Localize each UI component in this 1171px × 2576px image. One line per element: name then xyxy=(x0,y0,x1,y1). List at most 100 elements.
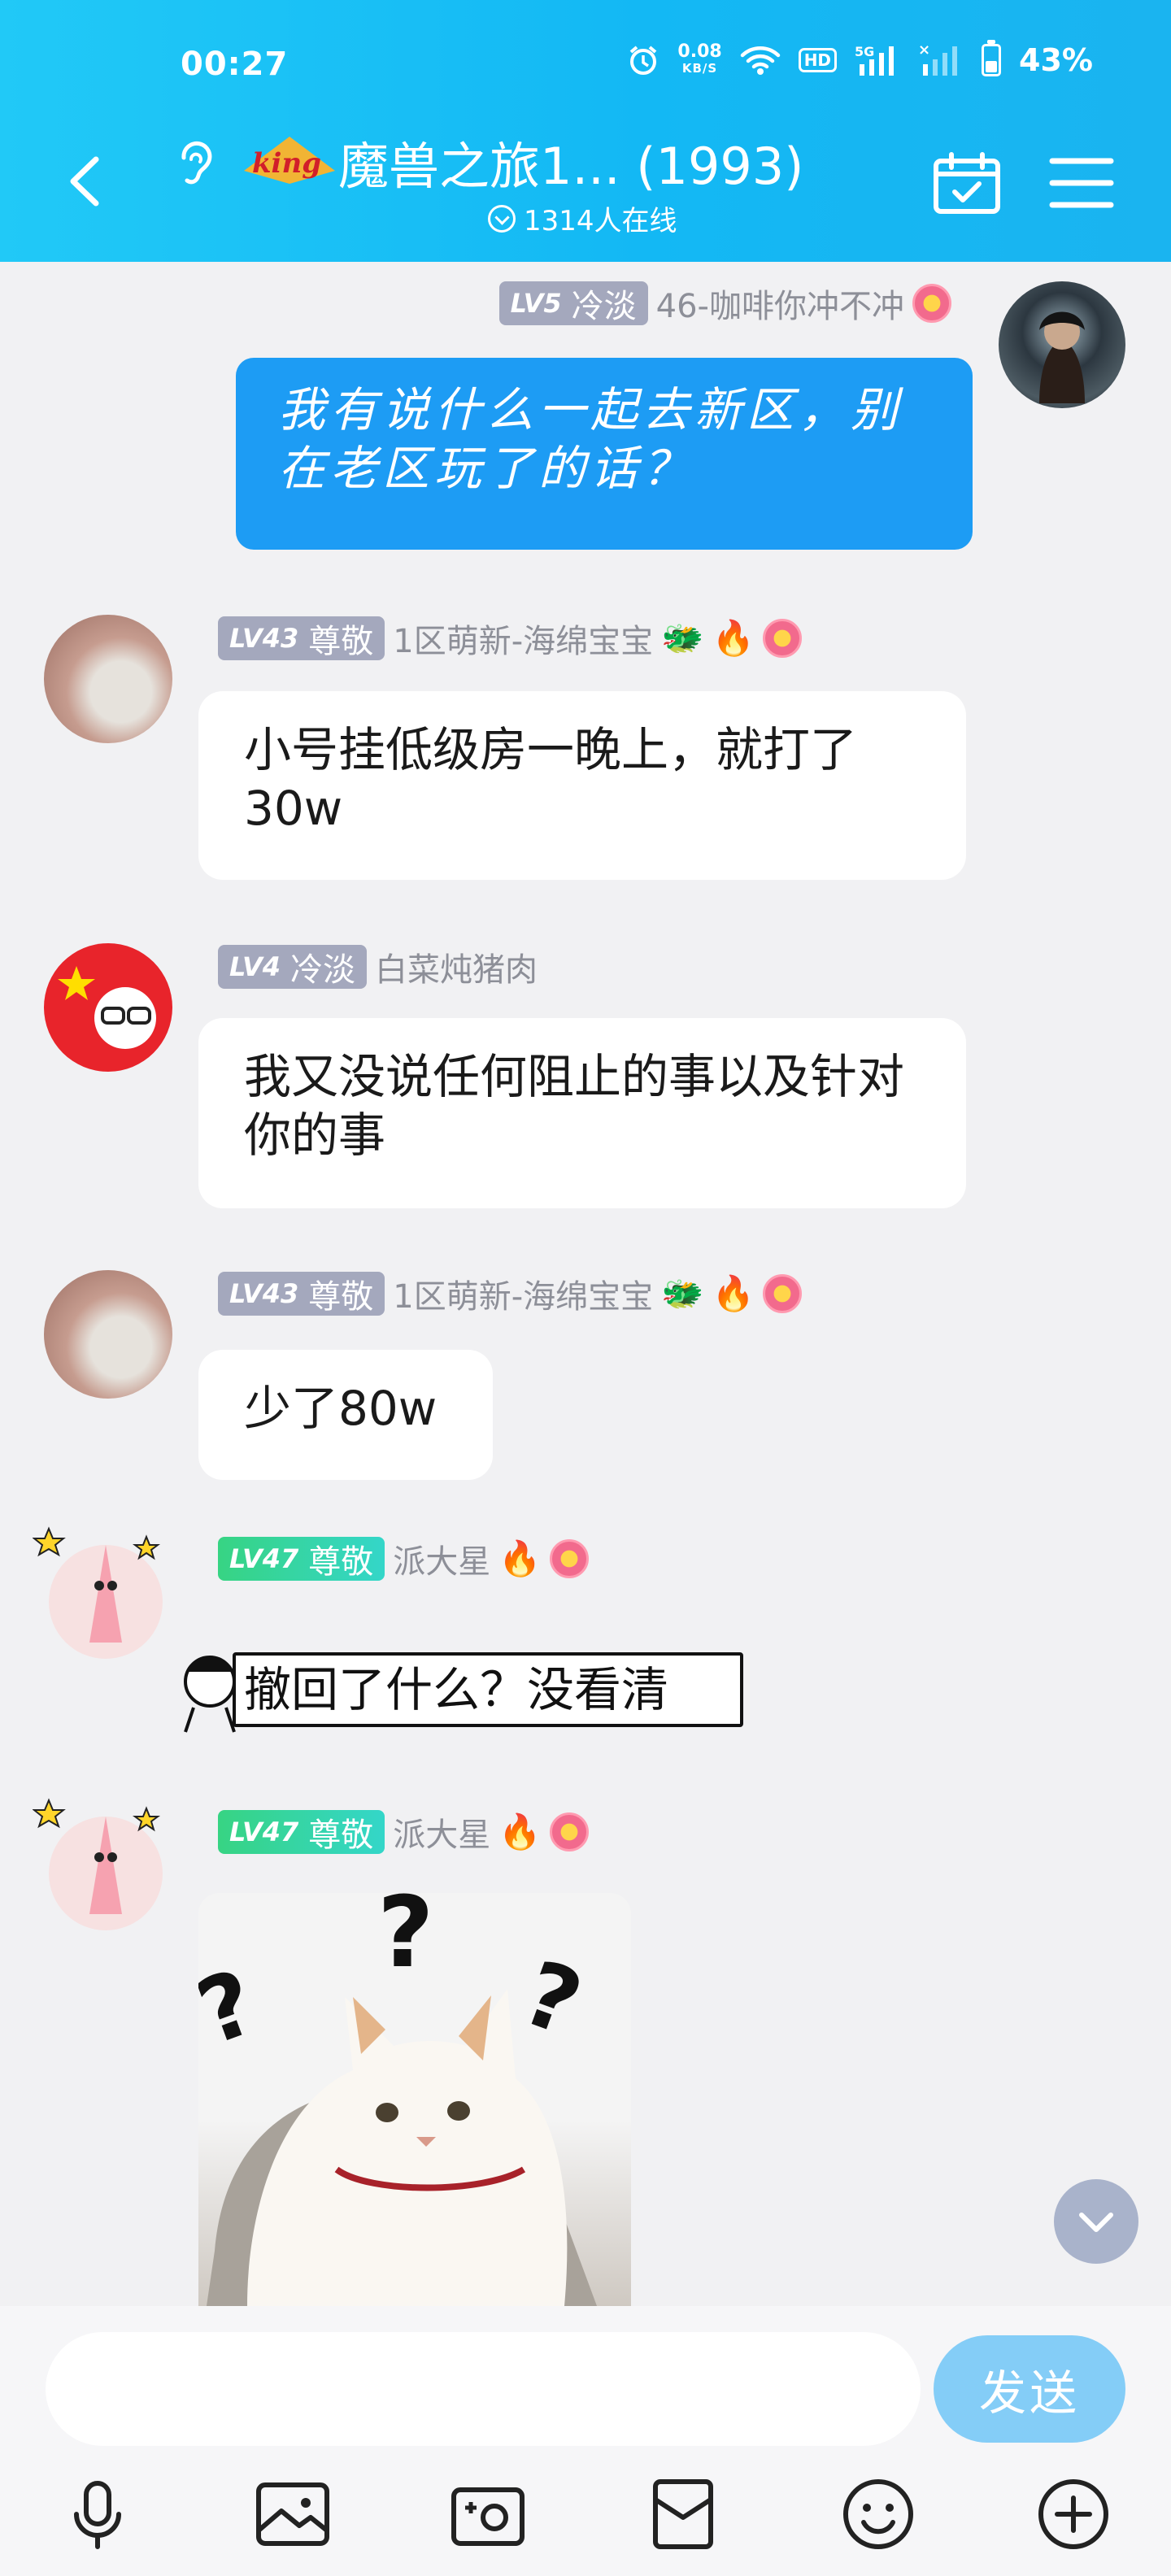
message-meta: LV4 冷淡 白菜炖猪肉 xyxy=(218,943,538,990)
message-item: LV47 尊敬 派大星 🔥 撤回了什么？没看清 xyxy=(0,1504,1171,1764)
sender-name[interactable]: 派大星 xyxy=(393,1535,490,1582)
battery-percent: 43% xyxy=(1019,42,1093,78)
message-bubble[interactable]: 我有说什么一起去新区，别在老区玩了的话？ xyxy=(236,358,973,550)
svg-text:king: king xyxy=(252,147,321,180)
hd-badge: HD xyxy=(798,48,838,72)
online-text: 1314人在线 xyxy=(524,205,677,237)
message-meta: LV5 冷淡 46-咖啡你冲不冲 xyxy=(498,280,951,327)
signal-weak-icon: × xyxy=(918,43,958,76)
svg-text:×: × xyxy=(918,43,930,59)
mic-icon[interactable] xyxy=(59,2475,137,2553)
avatar[interactable] xyxy=(33,1776,179,1939)
online-count[interactable]: 1314人在线 xyxy=(488,198,677,238)
flower-badge-icon xyxy=(912,284,951,323)
status-bar: 00:27 0.08 KB/S HD 5G × 43% xyxy=(0,0,1171,130)
dragon-badge-icon: 🐲 xyxy=(661,1273,704,1313)
rank-text: 冷淡 xyxy=(571,288,637,325)
avatar[interactable] xyxy=(999,281,1125,408)
level-badge: LV47 尊敬 xyxy=(218,1537,385,1581)
avatar[interactable] xyxy=(44,1270,172,1399)
plus-icon[interactable] xyxy=(1034,2475,1112,2553)
signal-5g-icon: 5G xyxy=(855,44,895,76)
avatar[interactable] xyxy=(44,615,172,743)
level-badge: LV4 冷淡 xyxy=(218,945,368,989)
level-text: LV47 xyxy=(229,1817,299,1847)
level-text: LV43 xyxy=(229,623,299,654)
group-title[interactable]: 魔兽之旅1... (1993) xyxy=(338,125,803,198)
image-icon[interactable] xyxy=(254,2475,332,2553)
scroll-to-bottom-button[interactable] xyxy=(1054,2179,1138,2264)
red-packet-icon[interactable] xyxy=(644,2475,722,2553)
message-bubble[interactable]: 我又没说任何阻止的事以及针对你的事 xyxy=(198,1018,966,1208)
ear-mode-icon[interactable] xyxy=(171,135,220,192)
patrick-avatar-art xyxy=(33,1526,163,1659)
fire-badge-icon: 🔥 xyxy=(498,1812,542,1852)
message-input[interactable] xyxy=(46,2332,921,2446)
speed-value: 0.08 xyxy=(677,41,722,62)
back-icon[interactable] xyxy=(59,153,115,210)
camera-icon[interactable] xyxy=(449,2475,527,2553)
rank-text: 尊敬 xyxy=(308,1817,374,1854)
send-button[interactable]: 发送 xyxy=(934,2335,1125,2443)
status-time: 00:27 xyxy=(181,46,289,83)
level-badge: LV5 冷淡 xyxy=(498,281,648,325)
network-speed: 0.08 KB/S xyxy=(677,41,722,76)
sender-name[interactable]: 46-咖啡你冲不冲 xyxy=(656,280,904,327)
svg-text:5G: 5G xyxy=(855,44,874,59)
sender-name[interactable]: 1区萌新-海绵宝宝 xyxy=(393,1270,653,1317)
message-meta: LV43 尊敬 1区萌新-海绵宝宝 🐲 🔥 xyxy=(218,615,802,662)
rank-text: 尊敬 xyxy=(308,623,374,660)
message-item: LV47 尊敬 派大星 🔥 ? ? ? xyxy=(0,1776,1171,2306)
message-bubble[interactable]: 小号挂低级房一晚上，就打了30w xyxy=(198,691,966,880)
chevron-down-icon xyxy=(1079,2213,1113,2232)
cat-meme-art: ? ? ? xyxy=(198,1893,597,2306)
message-bubble[interactable]: 撤回了什么？没看清 xyxy=(233,1652,743,1727)
level-badge: LV43 尊敬 xyxy=(218,616,385,660)
flower-badge-icon xyxy=(762,619,802,658)
chat-header: 00:27 0.08 KB/S HD 5G × 43% king 魔兽之旅1...… xyxy=(0,0,1171,262)
battery-icon xyxy=(982,40,1002,76)
alarm-icon xyxy=(630,46,657,75)
fire-badge-icon: 🔥 xyxy=(712,1273,755,1313)
message-item: LV43 尊敬 1区萌新-海绵宝宝 🐲 🔥 小号挂低级房一晚上，就打了30w xyxy=(0,602,1171,886)
rank-text: 尊敬 xyxy=(308,1278,374,1316)
level-badge: LV47 尊敬 xyxy=(218,1810,385,1854)
level-text: LV5 xyxy=(510,288,562,319)
dragon-badge-icon: 🐲 xyxy=(661,618,704,658)
svg-text:?: ? xyxy=(198,1950,268,2065)
patrick-avatar-art xyxy=(33,1798,163,1930)
message-meta: LV47 尊敬 派大星 🔥 xyxy=(218,1535,589,1582)
avatar[interactable] xyxy=(33,1504,179,1667)
flower-badge-icon xyxy=(549,1539,589,1578)
expand-icon xyxy=(488,204,516,233)
speed-unit: KB/S xyxy=(681,61,718,76)
emoji-icon[interactable] xyxy=(839,2475,917,2553)
avatar-art xyxy=(1039,311,1085,403)
level-badge: LV43 尊敬 xyxy=(218,1272,385,1316)
flower-badge-icon xyxy=(762,1274,802,1313)
sender-name[interactable]: 派大星 xyxy=(393,1808,490,1856)
level-text: LV4 xyxy=(229,951,281,982)
calendar-checkin-icon[interactable] xyxy=(932,151,1002,216)
avatar[interactable] xyxy=(44,943,172,1072)
level-text: LV43 xyxy=(229,1278,299,1309)
message-meta: LV43 尊敬 1区萌新-海绵宝宝 🐲 🔥 xyxy=(218,1270,802,1317)
level-text: LV47 xyxy=(229,1543,299,1574)
rank-text: 尊敬 xyxy=(308,1543,374,1581)
menu-icon[interactable] xyxy=(1049,154,1114,211)
svg-text:?: ? xyxy=(377,1893,434,1990)
message-meta: LV47 尊敬 派大星 🔥 xyxy=(218,1808,589,1856)
message-item: LV4 冷淡 白菜炖猪肉 我又没说任何阻止的事以及针对你的事 xyxy=(0,932,1171,1208)
fire-badge-icon: 🔥 xyxy=(712,618,755,658)
sender-name[interactable]: 1区萌新-海绵宝宝 xyxy=(393,615,653,662)
svg-text:?: ? xyxy=(510,1941,594,2056)
rank-text: 冷淡 xyxy=(290,951,356,989)
king-logo-icon: king xyxy=(244,137,335,184)
message-item: LV5 冷淡 46-咖啡你冲不冲 我有说什么一起去新区，别在老区玩了的话？ xyxy=(0,268,1171,561)
avatar-art xyxy=(58,966,156,1049)
sender-name[interactable]: 白菜炖猪肉 xyxy=(375,943,538,990)
image-message[interactable]: ? ? ? xyxy=(198,1893,631,2306)
message-item: LV43 尊敬 1区萌新-海绵宝宝 🐲 🔥 少了80w xyxy=(0,1265,1171,1485)
status-icons: 0.08 KB/S HD 5G × 43% xyxy=(627,40,1093,78)
message-bubble[interactable]: 少了80w xyxy=(198,1350,493,1480)
